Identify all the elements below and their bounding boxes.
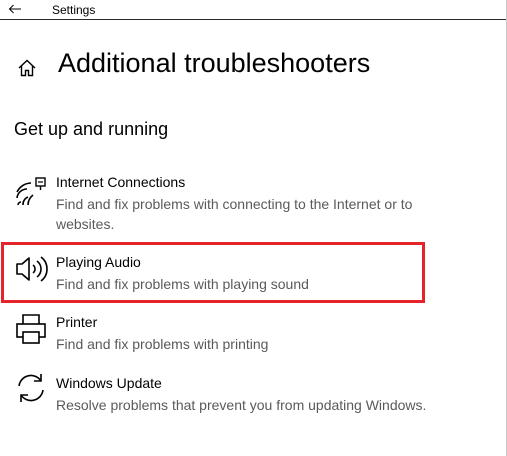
item-title: Printer: [56, 314, 98, 330]
section-heading: Get up and running: [14, 119, 169, 139]
item-description: Find and fix problems with connecting to…: [56, 196, 413, 232]
item-title: Windows Update: [56, 375, 162, 391]
window-title: Settings: [52, 3, 96, 17]
refresh-icon: [18, 374, 44, 402]
item-description: Find and fix problems with printing: [56, 336, 269, 352]
home-icon: [18, 59, 36, 77]
title-bar: Settings: [0, 0, 507, 20]
troubleshooter-playing-audio[interactable]: Playing Audio Find and fix problems with…: [0, 254, 440, 298]
wifi-icon: [16, 177, 46, 206]
back-button[interactable]: [5, 0, 25, 18]
item-title: Internet Connections: [56, 174, 186, 190]
item-title: Playing Audio: [56, 254, 141, 270]
home-button[interactable]: [16, 57, 38, 79]
troubleshooter-printer[interactable]: Printer Find and fix problems with print…: [0, 314, 440, 358]
printer-icon: [16, 314, 46, 344]
item-description: Resolve problems that prevent you from u…: [56, 397, 427, 413]
item-description: Find and fix problems with playing sound: [56, 276, 309, 292]
speaker-icon: [16, 256, 48, 282]
page-title: Additional troubleshooters: [58, 48, 371, 78]
back-arrow-icon: [8, 4, 21, 14]
troubleshooter-windows-update[interactable]: Windows Update Resolve problems that pre…: [0, 374, 440, 435]
troubleshooter-internet-connections[interactable]: Internet Connections Find and fix proble…: [0, 174, 440, 234]
